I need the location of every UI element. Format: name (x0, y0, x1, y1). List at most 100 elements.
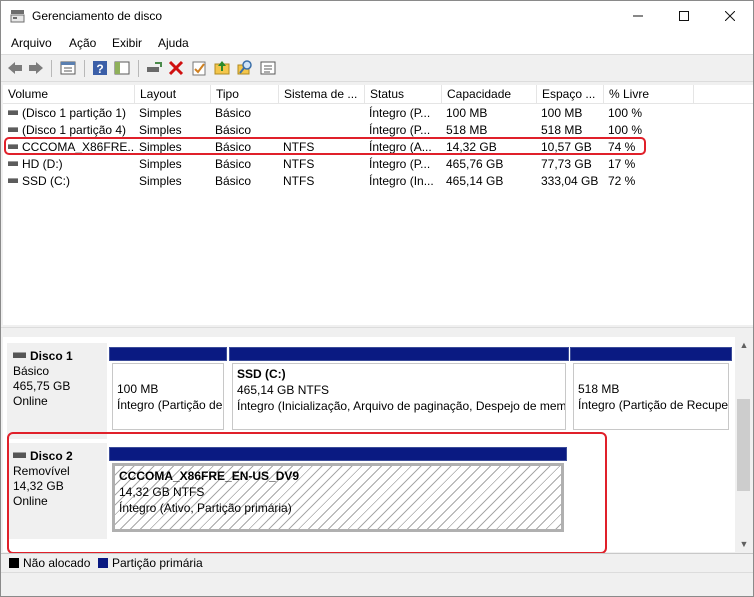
disk-state: Online (13, 394, 48, 408)
disk-management-app-icon (10, 10, 25, 23)
cell-percent-free: 100 % (608, 106, 643, 120)
column-header-tipo[interactable]: Tipo (211, 85, 279, 104)
minimize-button[interactable] (615, 1, 661, 31)
partition-disk1-4[interactable]: 518 MB Íntegro (Partição de Recuper (570, 347, 732, 433)
cell-layout: Simples (139, 106, 182, 120)
cell-file-system: NTFS (283, 157, 315, 171)
toolbar-separator (51, 60, 52, 77)
svg-text:?: ? (96, 62, 103, 76)
maximize-icon (679, 11, 689, 21)
toolbar-separator (84, 60, 85, 77)
connect-drive-icon[interactable] (145, 59, 163, 77)
cell-layout: Simples (139, 157, 182, 171)
column-header-file-system[interactable]: Sistema de ... (279, 85, 365, 104)
volume-icon (8, 178, 18, 183)
scroll-down-icon[interactable]: ▼ (735, 536, 753, 552)
title-bar: Gerenciamento de disco (1, 1, 753, 32)
vertical-scrollbar[interactable]: ▲ ▼ (735, 337, 753, 552)
back-icon[interactable] (6, 59, 24, 77)
menu-ajuda[interactable]: Ajuda (158, 36, 189, 50)
column-header-capacidade[interactable]: Capacidade (442, 85, 537, 104)
cell-free-space: 77,73 GB (541, 157, 592, 171)
help-icon[interactable]: ? (91, 59, 109, 77)
cell-status: Íntegro (P... (369, 106, 431, 120)
cell-status: Íntegro (In... (369, 174, 434, 188)
partition-status: Íntegro (Inicialização, Arquivo de pagin… (237, 399, 566, 413)
legend-primary-partition: Partição primária (112, 556, 203, 570)
partition-ssd-c[interactable]: SSD (C:) 465,14 GB NTFS Íntegro (Inicial… (229, 347, 569, 433)
search-icon[interactable] (236, 59, 254, 77)
partition-size: 465,14 GB NTFS (237, 383, 330, 397)
disk-type: Básico (13, 364, 50, 378)
cell-volume: (Disco 1 partição 1) (8, 105, 135, 122)
disk-icon (13, 352, 26, 358)
check-icon[interactable] (190, 59, 208, 77)
highlight-annotation-row (4, 137, 646, 155)
details-icon[interactable] (259, 59, 277, 77)
menu-bar: Arquivo Ação Exibir Ajuda (1, 32, 753, 54)
column-header-free-space[interactable]: Espaço ... (537, 85, 604, 104)
cell-capacidade: 465,76 GB (446, 157, 504, 171)
cell-tipo: Básico (215, 106, 252, 120)
open-icon[interactable] (213, 59, 231, 77)
cell-capacidade: 100 MB (446, 106, 488, 120)
scroll-thumb[interactable] (737, 399, 750, 491)
pane-splitter[interactable] (1, 327, 753, 337)
volume-icon (8, 161, 18, 166)
properties-list-icon[interactable] (59, 59, 77, 77)
column-header-percent-free[interactable]: % Livre (604, 85, 694, 104)
partition-status: Íntegro (Partição de (117, 398, 223, 412)
cell-layout: Simples (139, 174, 182, 188)
list-header: Volume Layout Tipo Sistema de ... Status… (3, 85, 753, 104)
cell-volume: SSD (C:) (8, 173, 135, 190)
table-row[interactable]: HD (D:) Simples Básico NTFS Íntegro (P..… (3, 156, 753, 173)
forward-icon[interactable] (27, 59, 45, 77)
cell-tipo: Básico (215, 174, 252, 188)
column-header-status[interactable]: Status (365, 85, 442, 104)
disk-management-window: Gerenciamento de disco Arquivo Ação Exib… (0, 0, 754, 597)
volume-icon (8, 110, 18, 115)
highlight-annotation-disk2 (7, 432, 607, 554)
minimize-icon (633, 15, 643, 17)
console-tree-icon[interactable] (113, 59, 131, 77)
partition-disk1-1[interactable]: 100 MB Íntegro (Partição de (109, 347, 227, 433)
partition-bar (570, 347, 732, 361)
disk-size: 465,75 GB (13, 379, 71, 393)
disk-name: Disco 1 (30, 349, 73, 363)
partition-body: 100 MB Íntegro (Partição de (112, 363, 224, 430)
status-bar (1, 572, 753, 596)
table-row[interactable]: SSD (C:) Simples Básico NTFS Íntegro (In… (3, 173, 753, 190)
scroll-up-icon[interactable]: ▲ (735, 337, 753, 353)
disk-1-label[interactable]: Disco 1 Básico 465,75 GB Online (7, 343, 107, 439)
toolbar-separator (138, 60, 139, 77)
primary-partition-swatch (98, 558, 108, 568)
maximize-button[interactable] (661, 1, 707, 31)
column-header-layout[interactable]: Layout (135, 85, 211, 104)
partition-status: Íntegro (Partição de Recuper (578, 398, 729, 412)
cell-free-space: 100 MB (541, 106, 583, 120)
legend-bar: Não alocado Partição primária (1, 553, 753, 571)
window-title: Gerenciamento de disco (32, 9, 163, 23)
toolbar: ? (1, 54, 753, 82)
close-button[interactable] (707, 1, 753, 31)
cell-free-space: 333,04 GB (541, 174, 599, 188)
table-row[interactable]: (Disco 1 partição 1) Simples Básico Ínte… (3, 105, 753, 122)
menu-arquivo[interactable]: Arquivo (11, 36, 52, 50)
column-header-volume[interactable]: Volume (3, 85, 135, 104)
volume-icon (8, 127, 18, 132)
cell-tipo: Básico (215, 157, 252, 171)
delete-icon[interactable] (167, 59, 185, 77)
volume-list: Volume Layout Tipo Sistema de ... Status… (3, 85, 753, 325)
menu-exibir[interactable]: Exibir (112, 36, 142, 50)
partition-size: 518 MB (578, 382, 620, 396)
close-icon (725, 11, 735, 21)
cell-file-system: NTFS (283, 174, 315, 188)
cell-capacidade: 465,14 GB (446, 174, 504, 188)
cell-status: Íntegro (P... (369, 157, 431, 171)
partition-size: 100 MB (117, 382, 159, 396)
partition-bar (229, 347, 569, 361)
menu-acao[interactable]: Ação (69, 36, 96, 50)
cell-percent-free: 17 % (608, 157, 636, 171)
cell-percent-free: 72 % (608, 174, 636, 188)
partition-body: 518 MB Íntegro (Partição de Recuper (573, 363, 729, 430)
